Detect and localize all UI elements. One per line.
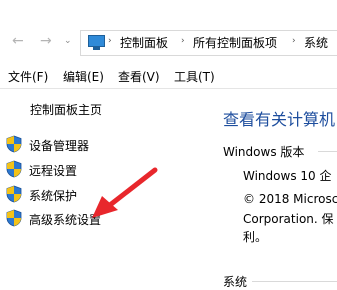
shield-icon — [6, 209, 22, 227]
control-panel-home-link[interactable]: 控制面板主页 — [30, 101, 102, 118]
back-arrow-icon[interactable]: ← — [12, 34, 24, 48]
breadcrumb-system[interactable]: 系统 — [304, 34, 328, 51]
menu-view[interactable]: 查看(V) — [118, 68, 160, 85]
breadcrumb-separator-icon: › — [292, 36, 296, 46]
sidebar-item-label: 高级系统设置 — [29, 213, 102, 227]
breadcrumb-separator-icon: › — [108, 36, 112, 46]
windows-edition-value: Windows 10 企 — [243, 169, 332, 183]
sidebar-item-label: 设备管理器 — [29, 139, 90, 153]
shield-icon — [6, 135, 22, 153]
shield-icon — [6, 185, 22, 203]
menu-divider — [0, 88, 337, 89]
menu-edit[interactable]: 编辑(E) — [63, 68, 104, 85]
windows-edition-heading: Windows 版本 — [223, 145, 305, 159]
menu-file[interactable]: 文件(F) — [8, 68, 48, 85]
control-panel-icon — [88, 35, 105, 50]
page-title: 查看有关计算机 — [223, 110, 336, 129]
shield-icon — [6, 160, 22, 178]
sidebar-item-label: 远程设置 — [29, 164, 78, 178]
forward-arrow-icon[interactable]: → — [40, 34, 52, 48]
copyright-text-line-2: Corporation. 保 — [243, 212, 334, 226]
system-heading: 系统 — [223, 275, 248, 289]
breadcrumb-control-panel[interactable]: 控制面板 — [120, 34, 168, 51]
copyright-text-line-1: © 2018 Microsc — [243, 192, 337, 206]
recent-locations-chevron-icon[interactable]: ⌄ — [64, 36, 72, 46]
breadcrumb-all-items[interactable]: 所有控制面板项 — [193, 34, 277, 51]
section-divider — [318, 151, 337, 152]
sidebar-item-label: 系统保护 — [29, 189, 78, 203]
menu-bar — [0, 58, 337, 88]
section-divider — [252, 281, 337, 282]
menu-tools[interactable]: 工具(T) — [174, 68, 215, 85]
breadcrumb-separator-icon: › — [181, 36, 185, 46]
copyright-text-line-3: 利。 — [243, 230, 268, 244]
